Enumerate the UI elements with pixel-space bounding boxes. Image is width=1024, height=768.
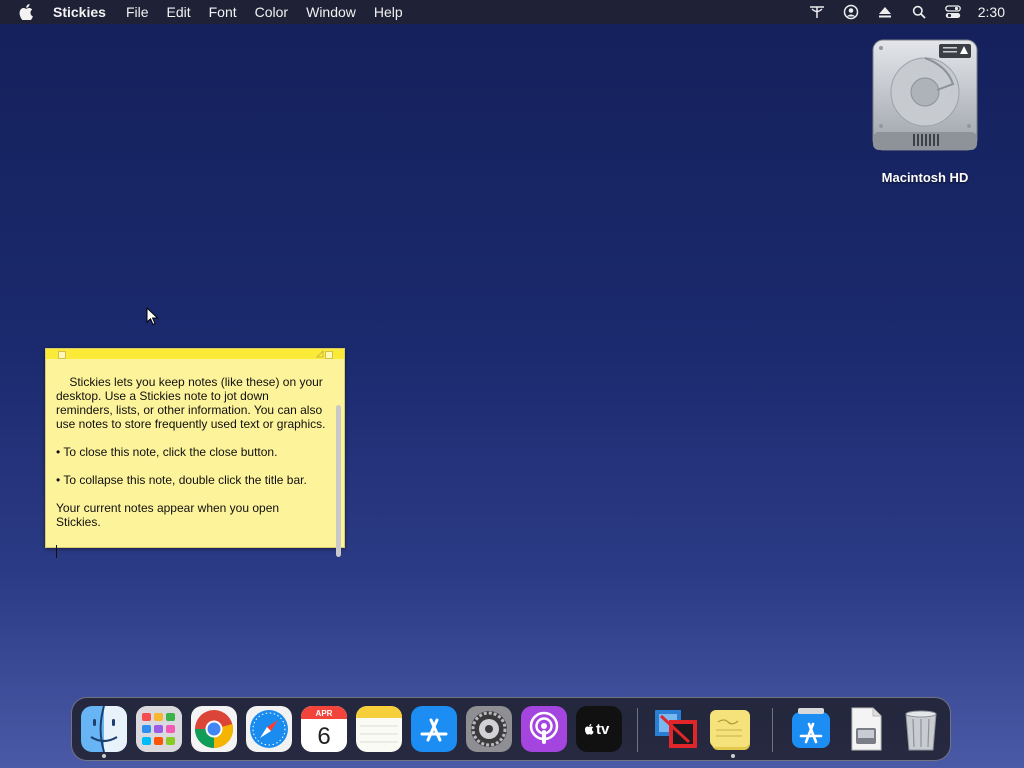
- dock-chrome[interactable]: [191, 706, 237, 752]
- dock-downloads-stack[interactable]: [788, 706, 834, 752]
- dock-separator-2: [772, 708, 773, 752]
- chrome-icon: [191, 706, 237, 752]
- search-icon[interactable]: [910, 3, 928, 21]
- calendar-day: 6: [317, 723, 330, 750]
- dock-system-preferences[interactable]: [466, 706, 512, 752]
- sticky-text: Stickies lets you keep notes (like these…: [56, 375, 326, 529]
- safari-icon: [246, 706, 292, 752]
- mouse-cursor-icon: [146, 307, 159, 326]
- notes-icon: [356, 706, 402, 752]
- gear-icon: [466, 706, 512, 752]
- app-store-icon: [411, 706, 457, 752]
- trash-icon: [905, 710, 937, 751]
- apple-tv-icon: tv: [576, 706, 622, 752]
- menu-font[interactable]: Font: [209, 0, 237, 24]
- dock-podcasts[interactable]: [521, 706, 567, 752]
- menu-edit[interactable]: Edit: [167, 0, 191, 24]
- downloads-folder-icon: [792, 708, 830, 748]
- menu-color[interactable]: Color: [255, 0, 288, 24]
- calendar-icon: APR 6: [301, 706, 347, 752]
- calendar-month: APR: [316, 709, 333, 718]
- stickies-running-indicator: [731, 754, 735, 758]
- menu-file[interactable]: File: [126, 0, 149, 24]
- sticky-text-area[interactable]: Stickies lets you keep notes (like these…: [56, 361, 326, 586]
- stickies-icon: [710, 710, 750, 750]
- menu-window[interactable]: Window: [306, 0, 356, 24]
- menu-app-name[interactable]: Stickies: [53, 0, 106, 24]
- dock-parallels[interactable]: [653, 706, 699, 752]
- document-icon: [851, 707, 882, 751]
- sticky-close-button[interactable]: [58, 351, 66, 359]
- control-center-icon[interactable]: [944, 3, 962, 21]
- dock: APR 6 tv: [71, 697, 951, 761]
- eject-icon[interactable]: [876, 3, 894, 21]
- launchpad-icon: [136, 706, 182, 752]
- menu-clock[interactable]: 2:30: [978, 4, 1005, 20]
- tv-label: tv: [596, 721, 610, 738]
- podcasts-icon: [521, 706, 567, 752]
- user-icon[interactable]: [842, 3, 860, 21]
- hard-drive-icon: [872, 39, 978, 151]
- dock-launchpad[interactable]: [136, 706, 182, 752]
- wifi-icon[interactable]: [808, 3, 826, 21]
- dock-calendar[interactable]: APR 6: [301, 706, 347, 752]
- dock-finder[interactable]: [81, 706, 127, 752]
- sticky-title-bar[interactable]: [46, 349, 344, 359]
- dock-notes[interactable]: [356, 706, 402, 752]
- text-cursor-caret: [56, 545, 57, 558]
- dock-trash[interactable]: [898, 706, 944, 752]
- finder-running-indicator: [102, 754, 106, 758]
- dock-separator: [637, 708, 638, 752]
- scrollbar-thumb[interactable]: [336, 405, 341, 557]
- parallels-icon: [655, 710, 697, 748]
- collapse-triangle-icon[interactable]: [316, 350, 324, 358]
- dock-documents-stack[interactable]: [843, 706, 889, 752]
- sticky-note-window[interactable]: Stickies lets you keep notes (like these…: [45, 348, 345, 558]
- dock-app-store[interactable]: [411, 706, 457, 752]
- sticky-zoom-button[interactable]: [325, 351, 333, 359]
- finder-icon: [81, 706, 127, 752]
- menu-bar: Stickies File Edit Font Color Window Hel…: [0, 0, 1024, 24]
- dock-safari[interactable]: [246, 706, 292, 752]
- desktop-disk-icon[interactable]: Macintosh HD: [860, 36, 990, 196]
- apple-menu-icon[interactable]: [19, 4, 35, 20]
- disk-label: Macintosh HD: [881, 170, 969, 185]
- dock-stickies[interactable]: [708, 706, 754, 752]
- sticky-scrollbar[interactable]: [335, 361, 343, 557]
- menu-help[interactable]: Help: [374, 0, 403, 24]
- dock-tv[interactable]: tv: [576, 706, 622, 752]
